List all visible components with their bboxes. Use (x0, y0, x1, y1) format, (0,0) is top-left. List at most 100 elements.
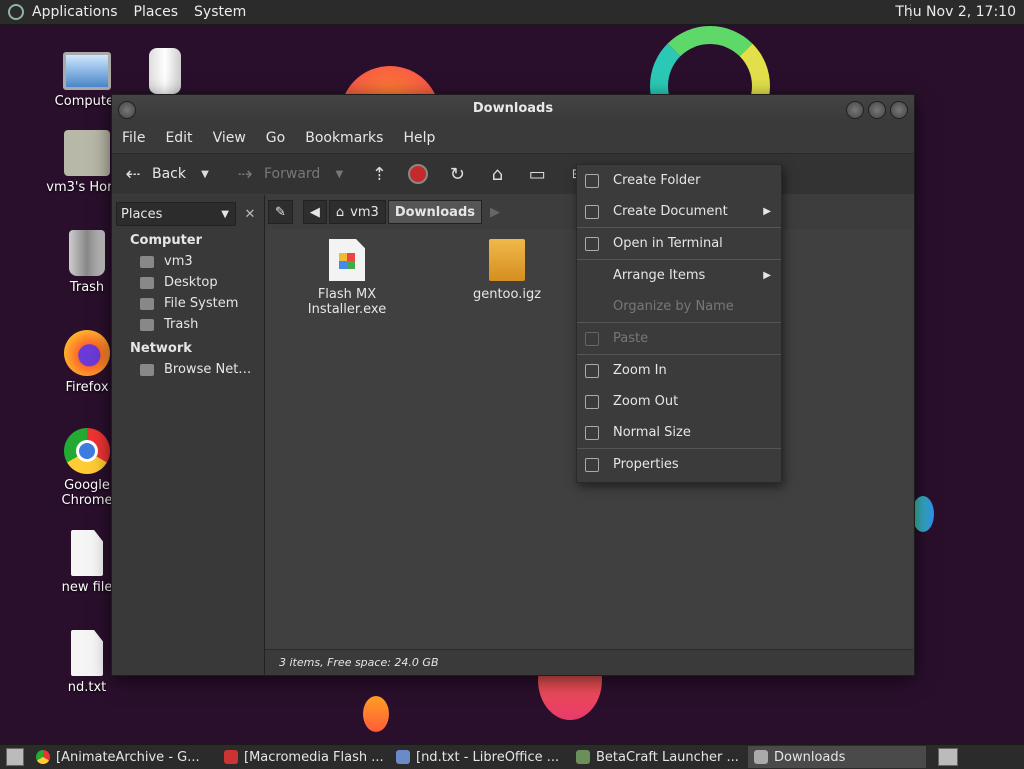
path-item-downloads[interactable]: Downloads (387, 200, 483, 224)
menu-edit[interactable]: Edit (155, 130, 202, 146)
menu-item-label: Open in Terminal (613, 236, 723, 251)
path-left-chevron-icon[interactable]: ◀ (302, 200, 327, 224)
menu-view[interactable]: View (203, 130, 256, 146)
task-button[interactable]: BetaCraft Launcher ... (570, 746, 748, 768)
menu-bookmarks[interactable]: Bookmarks (295, 130, 393, 146)
file-name: gentoo.igz (472, 287, 542, 302)
menu-item-properties[interactable]: Properties (577, 449, 781, 480)
menu-item-label: Create Document (613, 204, 728, 219)
path-right-chevron-icon[interactable]: ▶ (484, 201, 506, 223)
clock[interactable]: Thu Nov 2, 17:10 (895, 4, 1016, 20)
menu-item-create-folder[interactable]: Create Folder (577, 165, 781, 196)
menu-item-zoom-in[interactable]: Zoom In (577, 355, 781, 386)
wallpaper-shape (912, 496, 934, 532)
maximize-button[interactable] (868, 101, 886, 119)
task-button[interactable]: [Macromedia Flash ... (218, 746, 390, 768)
back-button[interactable]: ⇠ Back ▼ (122, 163, 224, 185)
menu-go[interactable]: Go (256, 130, 295, 146)
menu-item-create-document[interactable]: Create Document ▶ (577, 196, 781, 227)
up-button[interactable]: ⇡ (368, 163, 398, 185)
sidebar-item-label: vm3 (164, 254, 193, 269)
drive-icon (140, 297, 154, 310)
close-sidebar-icon[interactable]: ✕ (240, 207, 260, 222)
computer-button[interactable]: ▭ (526, 163, 556, 185)
reload-button[interactable]: ↻ (446, 163, 476, 185)
folder-icon (754, 750, 768, 764)
computer-icon: ▭ (528, 163, 546, 185)
file-name: Flash MX Installer.exe (307, 287, 387, 317)
path-bar: ✎ ◀ ⌂ vm3 Downloads ▶ (268, 199, 508, 225)
menu-item-label: Zoom Out (613, 394, 679, 409)
menu-system[interactable]: System (186, 4, 254, 20)
zoom-normal-icon (585, 425, 599, 440)
trash-icon (140, 318, 154, 331)
menu-places[interactable]: Places (126, 4, 187, 20)
file-icon (71, 530, 103, 576)
distro-logo-icon[interactable] (8, 4, 24, 20)
desktop-icon-label: nd.txt (67, 680, 107, 695)
new-folder-icon (585, 173, 599, 188)
wallpaper-shape (363, 696, 389, 732)
menu-item-arrange-items[interactable]: Arrange Items ▶ (577, 260, 781, 291)
menu-item-label: Create Folder (613, 173, 701, 188)
close-button[interactable] (890, 101, 908, 119)
file-item[interactable]: Flash MX Installer.exe (277, 239, 417, 317)
task-label: [Macromedia Flash ... (244, 749, 384, 765)
chrome-icon (36, 750, 50, 764)
home-button[interactable]: ⌂ (486, 163, 516, 185)
firefox-icon (64, 330, 110, 376)
sidebar-item-vm3[interactable]: vm3 (112, 251, 264, 272)
home-folder-icon (140, 255, 154, 268)
window-titlebar[interactable]: Downloads (112, 95, 914, 123)
show-desktop-icon[interactable] (6, 748, 24, 766)
betacraft-icon (576, 750, 590, 764)
paste-icon (585, 331, 599, 346)
sidebar-item-trash[interactable]: Trash (112, 314, 264, 335)
workspace-switcher[interactable] (938, 748, 958, 766)
sidebar-item-browse-network[interactable]: Browse Net… (112, 359, 264, 380)
forward-arrow-icon: ⇢ (237, 163, 253, 185)
minimize-button[interactable] (846, 101, 864, 119)
desktop-icon (140, 276, 154, 289)
menu-item-open-in-terminal[interactable]: Open in Terminal (577, 228, 781, 259)
places-combo[interactable]: Places ▼ (116, 202, 236, 226)
desktop-icon-jar[interactable] (120, 48, 210, 98)
chrome-icon (64, 428, 110, 474)
submenu-arrow-icon: ▶ (763, 270, 771, 281)
file-item[interactable]: gentoo.igz (437, 239, 577, 302)
stop-button[interactable] (408, 164, 436, 184)
toolbar: ⇠ Back ▼ ⇢ Forward ▼ ⇡ ↻ ⌂ ▭ ⊟ (112, 153, 914, 194)
forward-button[interactable]: ⇢ Forward ▼ (234, 163, 358, 185)
task-button-active[interactable]: Downloads (748, 746, 926, 768)
back-label: Back (152, 166, 186, 182)
up-arrow-icon: ⇡ (371, 163, 387, 185)
sidebar-item-desktop[interactable]: Desktop (112, 272, 264, 293)
task-button[interactable]: [AnimateArchive - G... (30, 746, 218, 768)
back-history-chevron-down-icon[interactable]: ▼ (194, 163, 216, 185)
menu-item-label: Zoom In (613, 363, 667, 378)
window-title: Downloads (472, 101, 554, 116)
zoom-in-icon (585, 363, 599, 378)
menu-item-spacer (585, 269, 599, 283)
menu-applications[interactable]: Applications (24, 4, 126, 20)
places-header: Places ▼ ✕ (116, 201, 260, 227)
menu-item-spacer (585, 300, 599, 314)
menu-item-normal-size[interactable]: Normal Size (577, 417, 781, 448)
forward-label: Forward (264, 166, 321, 182)
menu-file[interactable]: File (112, 130, 155, 146)
edit-location-icon[interactable]: ✎ (268, 200, 293, 224)
places-sidebar: Places ▼ ✕ Computer vm3 Desktop File Sys… (112, 195, 265, 675)
task-button[interactable]: [nd.txt - LibreOffice ... (390, 746, 570, 768)
desktop-icon-label: Computer (54, 94, 120, 109)
forward-history-chevron-down-icon[interactable]: ▼ (328, 163, 350, 185)
path-item-label: Downloads (394, 204, 476, 220)
window-menu-button[interactable] (118, 101, 136, 119)
menu-help[interactable]: Help (393, 130, 445, 146)
sidebar-item-file-system[interactable]: File System (112, 293, 264, 314)
path-item-vm3[interactable]: ⌂ vm3 (328, 200, 386, 224)
back-arrow-icon: ⇠ (125, 163, 141, 185)
desktop-icon-label: Trash (69, 280, 105, 295)
sidebar-item-label: Desktop (164, 275, 218, 290)
zoom-out-icon (585, 394, 599, 409)
menu-item-zoom-out[interactable]: Zoom Out (577, 386, 781, 417)
